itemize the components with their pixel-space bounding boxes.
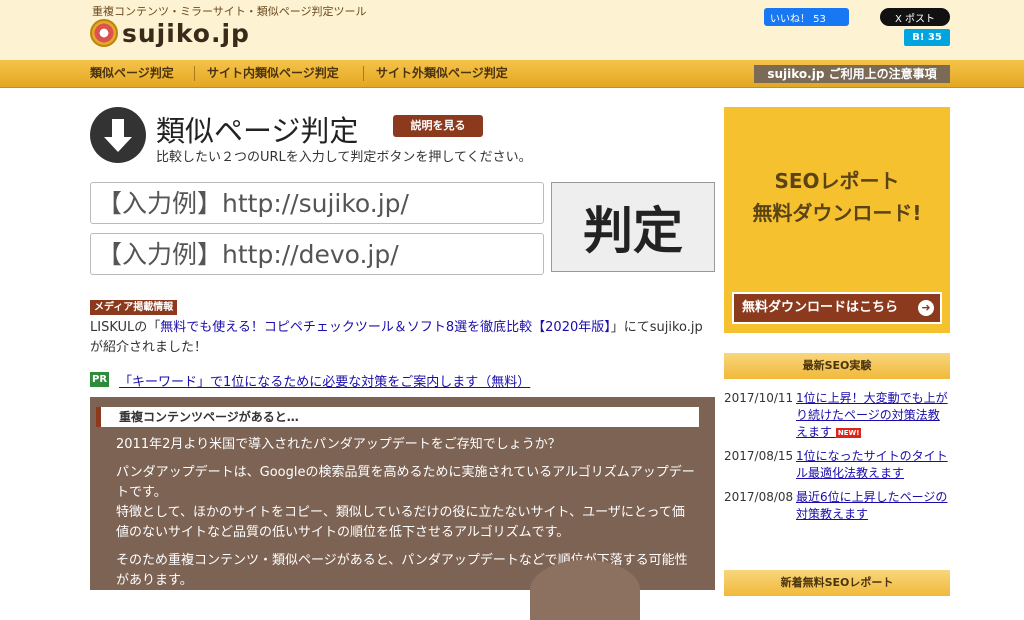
info-box: 重複コンテンツページがあると… 2011年2月より米国で導入されたパンダアップデ…	[90, 397, 715, 590]
seo-item-date: 2017/08/15	[724, 449, 794, 463]
ad-headline: SEOレポート 無料ダウンロード!	[724, 165, 950, 229]
seo-item-date: 2017/10/11	[724, 391, 794, 405]
pr-link[interactable]: 「キーワード」で1位になるために必要な対策をご案内します（無料）	[119, 371, 530, 390]
down-arrow-icon	[90, 107, 146, 163]
new-badge: NEW!	[835, 427, 862, 438]
info-paragraph: パンダアップデートは、Googleの検索品質を高めるために実施されているアルゴリ…	[116, 465, 695, 500]
usage-notice-button[interactable]: sujiko.jp ご利用上の注意事項	[754, 65, 950, 83]
nav-item-similar-page[interactable]: 類似ページ判定	[90, 60, 174, 87]
judge-button[interactable]: 判定	[551, 182, 715, 272]
show-explanation-button[interactable]: 説明を見る	[393, 115, 483, 137]
site-header: 重複コンテンツ・ミラーサイト・類似ページ判定ツール sujiko.jp いいね！…	[0, 0, 1024, 60]
media-article-link[interactable]: 無料でも使える！コピペチェックツール＆ソフト8選を徹底比較【2020年版】	[160, 320, 610, 335]
pr-badge: PR	[90, 372, 109, 387]
info-heading: 重複コンテンツページがあると…	[96, 407, 699, 427]
site-logo[interactable]: sujiko.jp	[90, 17, 250, 49]
ad-line-2: 無料ダウンロード!	[752, 201, 922, 225]
info-paragraph: 特徴として、ほかのサイトをコピー、類似しているだけの役に立たないサイト、ユーザに…	[116, 505, 685, 540]
seo-item-link[interactable]: 1位になったサイトのタイトル最適化法教えます	[796, 448, 950, 482]
info-paragraph: 2011年2月より米国で導入されたパンダアップデートをご存知でしょうか？	[116, 437, 561, 452]
new-free-report-header: 新着無料SEOレポート	[724, 570, 950, 596]
media-badge: メディア掲載情報	[90, 300, 178, 315]
latest-seo-header: 最新SEO実験	[724, 353, 950, 379]
free-download-label: 無料ダウンロードはこちら	[742, 300, 899, 315]
media-prefix: LISKULの「	[90, 320, 161, 335]
page-title: 類似ページ判定	[156, 114, 359, 148]
seo-item-title: 1位に上昇！大変動でも上がり続けたページの対策法教えます	[796, 391, 948, 439]
ad-line-1: SEOレポート	[774, 169, 900, 193]
facebook-like-button[interactable]: いいね！ 53	[764, 8, 849, 26]
nav-item-external-similar[interactable]: サイト外類似ページ判定	[376, 60, 508, 87]
logo-icon	[90, 19, 118, 47]
url-input-1[interactable]	[90, 182, 544, 224]
free-download-button[interactable]: 無料ダウンロードはこちら ➜	[732, 292, 942, 324]
seo-report-ad[interactable]: SEOレポート 無料ダウンロード! 無料ダウンロードはこちら ➜	[724, 107, 950, 333]
hatena-bookmark-button[interactable]: B! 35	[904, 29, 950, 46]
nav-divider	[194, 66, 195, 81]
seo-item-link[interactable]: 最近6位に上昇したページの対策教えます	[796, 489, 950, 523]
nav-item-internal-similar[interactable]: サイト内類似ページ判定	[207, 60, 339, 87]
decorative-graphic	[530, 560, 640, 620]
url-input-2[interactable]	[90, 233, 544, 275]
logo-text: sujiko.jp	[122, 18, 250, 48]
seo-item-date: 2017/08/08	[724, 490, 794, 504]
arrow-right-icon: ➜	[918, 300, 934, 316]
instruction-text: 比較したい２つのURLを入力して判定ボタンを押してください。	[156, 150, 532, 165]
media-notice: LISKULの「無料でも使える！コピペチェックツール＆ソフト8選を徹底比較【20…	[90, 318, 715, 358]
nav-divider	[363, 66, 364, 81]
seo-item-link[interactable]: 1位に上昇！大変動でも上がり続けたページの対策法教えます NEW!	[796, 390, 950, 441]
x-post-button[interactable]: X ポスト	[880, 8, 950, 26]
